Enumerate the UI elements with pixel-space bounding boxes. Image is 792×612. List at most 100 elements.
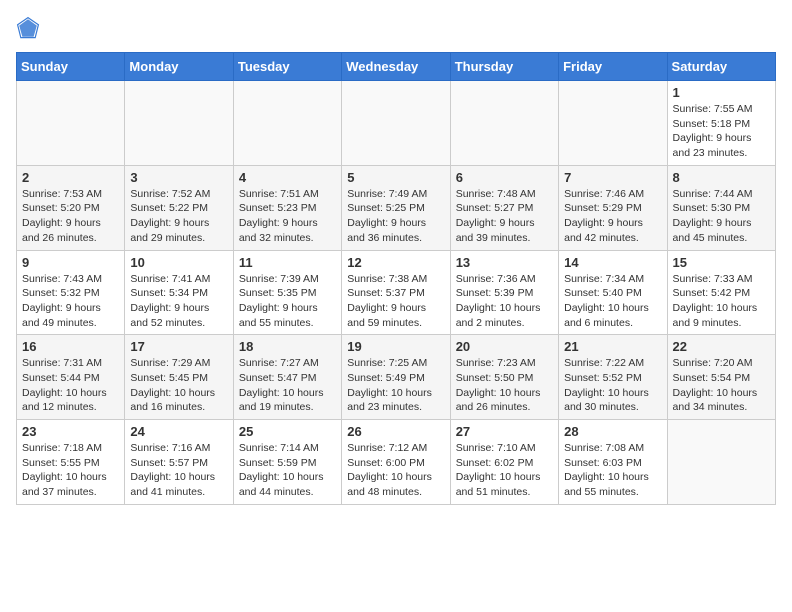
calendar-day-header: Monday — [125, 53, 233, 81]
day-number: 5 — [347, 170, 444, 185]
calendar-week-row: 23 Sunrise: 7:18 AM Sunset: 5:55 PM Dayli… — [17, 420, 776, 505]
calendar-cell: 2Sunrise: 7:53 AM Sunset: 5:20 PM Daylig… — [17, 165, 125, 250]
day-number: 17 — [130, 339, 227, 354]
calendar-cell: 15 Sunrise: 7:33 AM Sunset: 5:42 PM Dayli… — [667, 250, 775, 335]
day-number: 10 — [130, 255, 227, 270]
day-info: Sunrise: 7:43 AM Sunset: 5:32 PM Dayligh… — [22, 272, 119, 331]
calendar-cell: 21 Sunrise: 7:22 AM Sunset: 5:52 PM Dayli… — [559, 335, 667, 420]
day-info: Sunrise: 7:27 AM Sunset: 5:47 PM Dayligh… — [239, 356, 336, 415]
calendar-cell: 9 Sunrise: 7:43 AM Sunset: 5:32 PM Daylig… — [17, 250, 125, 335]
day-info: Sunrise: 7:14 AM Sunset: 5:59 PM Dayligh… — [239, 441, 336, 500]
calendar-cell: 16 Sunrise: 7:31 AM Sunset: 5:44 PM Dayli… — [17, 335, 125, 420]
calendar-cell: 26Sunrise: 7:12 AM Sunset: 6:00 PM Dayli… — [342, 420, 450, 505]
day-number: 23 — [22, 424, 119, 439]
day-info: Sunrise: 7:36 AM Sunset: 5:39 PM Dayligh… — [456, 272, 553, 331]
page-header — [16, 16, 776, 40]
calendar-cell: 19 Sunrise: 7:25 AM Sunset: 5:49 PM Dayli… — [342, 335, 450, 420]
calendar-day-header: Saturday — [667, 53, 775, 81]
day-info: Sunrise: 7:18 AM Sunset: 5:55 PM Dayligh… — [22, 441, 119, 500]
calendar-cell: 5 Sunrise: 7:49 AM Sunset: 5:25 PM Daylig… — [342, 165, 450, 250]
calendar-cell — [17, 81, 125, 166]
calendar-week-row: 16 Sunrise: 7:31 AM Sunset: 5:44 PM Dayli… — [17, 335, 776, 420]
day-number: 13 — [456, 255, 553, 270]
calendar-cell — [667, 420, 775, 505]
day-info: Sunrise: 7:22 AM Sunset: 5:52 PM Dayligh… — [564, 356, 661, 415]
day-info: Sunrise: 7:23 AM Sunset: 5:50 PM Dayligh… — [456, 356, 553, 415]
day-info: Sunrise: 7:48 AM Sunset: 5:27 PM Dayligh… — [456, 187, 553, 246]
day-number: 20 — [456, 339, 553, 354]
calendar-cell: 27Sunrise: 7:10 AM Sunset: 6:02 PM Dayli… — [450, 420, 558, 505]
day-number: 14 — [564, 255, 661, 270]
logo-icon — [16, 16, 40, 40]
calendar-cell: 18 Sunrise: 7:27 AM Sunset: 5:47 PM Dayli… — [233, 335, 341, 420]
calendar-cell: 28 Sunrise: 7:08 AM Sunset: 6:03 PM Dayli… — [559, 420, 667, 505]
calendar-cell: 1Sunrise: 7:55 AM Sunset: 5:18 PM Daylig… — [667, 81, 775, 166]
calendar-cell: 25 Sunrise: 7:14 AM Sunset: 5:59 PM Dayli… — [233, 420, 341, 505]
day-info: Sunrise: 7:52 AM Sunset: 5:22 PM Dayligh… — [130, 187, 227, 246]
day-info: Sunrise: 7:20 AM Sunset: 5:54 PM Dayligh… — [673, 356, 770, 415]
calendar-day-header: Sunday — [17, 53, 125, 81]
calendar-week-row: 9 Sunrise: 7:43 AM Sunset: 5:32 PM Daylig… — [17, 250, 776, 335]
day-info: Sunrise: 7:49 AM Sunset: 5:25 PM Dayligh… — [347, 187, 444, 246]
day-info: Sunrise: 7:34 AM Sunset: 5:40 PM Dayligh… — [564, 272, 661, 331]
day-number: 28 — [564, 424, 661, 439]
day-info: Sunrise: 7:25 AM Sunset: 5:49 PM Dayligh… — [347, 356, 444, 415]
day-info: Sunrise: 7:46 AM Sunset: 5:29 PM Dayligh… — [564, 187, 661, 246]
day-number: 22 — [673, 339, 770, 354]
calendar-day-header: Friday — [559, 53, 667, 81]
calendar-cell: 11 Sunrise: 7:39 AM Sunset: 5:35 PM Dayli… — [233, 250, 341, 335]
day-number: 16 — [22, 339, 119, 354]
day-number: 24 — [130, 424, 227, 439]
day-info: Sunrise: 7:16 AM Sunset: 5:57 PM Dayligh… — [130, 441, 227, 500]
day-info: Sunrise: 7:08 AM Sunset: 6:03 PM Dayligh… — [564, 441, 661, 500]
day-info: Sunrise: 7:53 AM Sunset: 5:20 PM Dayligh… — [22, 187, 119, 246]
day-number: 9 — [22, 255, 119, 270]
day-number: 27 — [456, 424, 553, 439]
calendar-cell: 20 Sunrise: 7:23 AM Sunset: 5:50 PM Dayli… — [450, 335, 558, 420]
calendar-cell: 6 Sunrise: 7:48 AM Sunset: 5:27 PM Daylig… — [450, 165, 558, 250]
day-number: 15 — [673, 255, 770, 270]
day-info: Sunrise: 7:38 AM Sunset: 5:37 PM Dayligh… — [347, 272, 444, 331]
day-info: Sunrise: 7:41 AM Sunset: 5:34 PM Dayligh… — [130, 272, 227, 331]
day-number: 7 — [564, 170, 661, 185]
day-info: Sunrise: 7:29 AM Sunset: 5:45 PM Dayligh… — [130, 356, 227, 415]
calendar-cell: 14 Sunrise: 7:34 AM Sunset: 5:40 PM Dayli… — [559, 250, 667, 335]
calendar-cell: 12 Sunrise: 7:38 AM Sunset: 5:37 PM Dayli… — [342, 250, 450, 335]
calendar-cell: 23 Sunrise: 7:18 AM Sunset: 5:55 PM Dayli… — [17, 420, 125, 505]
day-number: 25 — [239, 424, 336, 439]
calendar-cell: 22 Sunrise: 7:20 AM Sunset: 5:54 PM Dayli… — [667, 335, 775, 420]
day-info: Sunrise: 7:44 AM Sunset: 5:30 PM Dayligh… — [673, 187, 770, 246]
calendar-week-row: 1Sunrise: 7:55 AM Sunset: 5:18 PM Daylig… — [17, 81, 776, 166]
calendar-table: SundayMondayTuesdayWednesdayThursdayFrid… — [16, 52, 776, 505]
day-info: Sunrise: 7:12 AM Sunset: 6:00 PM Dayligh… — [347, 441, 444, 500]
day-number: 18 — [239, 339, 336, 354]
day-number: 21 — [564, 339, 661, 354]
day-info: Sunrise: 7:33 AM Sunset: 5:42 PM Dayligh… — [673, 272, 770, 331]
calendar-cell: 13 Sunrise: 7:36 AM Sunset: 5:39 PM Dayli… — [450, 250, 558, 335]
calendar-cell — [233, 81, 341, 166]
day-number: 12 — [347, 255, 444, 270]
day-number: 8 — [673, 170, 770, 185]
logo — [16, 16, 44, 40]
calendar-header-row: SundayMondayTuesdayWednesdayThursdayFrid… — [17, 53, 776, 81]
day-number: 19 — [347, 339, 444, 354]
day-number: 6 — [456, 170, 553, 185]
calendar-cell — [125, 81, 233, 166]
calendar-cell: 8 Sunrise: 7:44 AM Sunset: 5:30 PM Daylig… — [667, 165, 775, 250]
calendar-cell: 7 Sunrise: 7:46 AM Sunset: 5:29 PM Daylig… — [559, 165, 667, 250]
day-number: 3 — [130, 170, 227, 185]
calendar-day-header: Thursday — [450, 53, 558, 81]
calendar-cell: 4 Sunrise: 7:51 AM Sunset: 5:23 PM Daylig… — [233, 165, 341, 250]
calendar-cell — [559, 81, 667, 166]
calendar-day-header: Tuesday — [233, 53, 341, 81]
day-number: 4 — [239, 170, 336, 185]
day-info: Sunrise: 7:31 AM Sunset: 5:44 PM Dayligh… — [22, 356, 119, 415]
day-info: Sunrise: 7:55 AM Sunset: 5:18 PM Dayligh… — [673, 102, 770, 161]
day-info: Sunrise: 7:51 AM Sunset: 5:23 PM Dayligh… — [239, 187, 336, 246]
day-info: Sunrise: 7:39 AM Sunset: 5:35 PM Dayligh… — [239, 272, 336, 331]
calendar-cell: 3 Sunrise: 7:52 AM Sunset: 5:22 PM Daylig… — [125, 165, 233, 250]
day-number: 11 — [239, 255, 336, 270]
calendar-cell: 17 Sunrise: 7:29 AM Sunset: 5:45 PM Dayli… — [125, 335, 233, 420]
calendar-cell: 10 Sunrise: 7:41 AM Sunset: 5:34 PM Dayli… — [125, 250, 233, 335]
calendar-day-header: Wednesday — [342, 53, 450, 81]
